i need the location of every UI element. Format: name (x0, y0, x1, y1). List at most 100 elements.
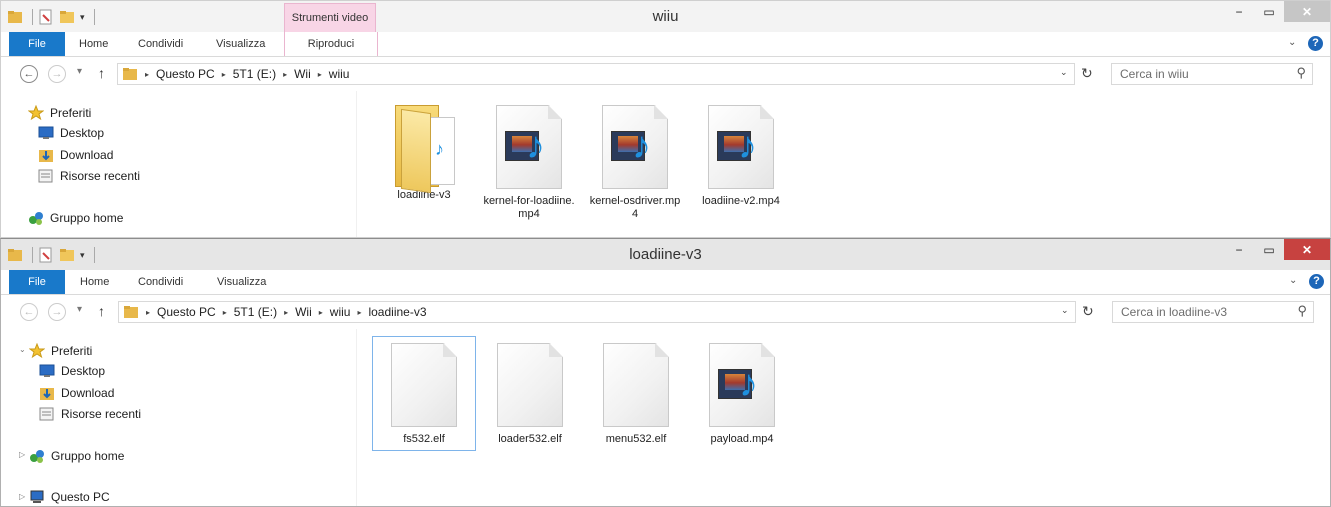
title-bar[interactable]: ▾ loadiine-v3 − ▭ ✕ (1, 239, 1330, 270)
navigation-bar: ← → ▾ ↑ ▸ Questo PC ▸ 5T1 (E:) ▸ Wii ▸ w… (1, 294, 1330, 329)
breadcrumb: ▸ Questo PC ▸ 5T1 (E:) ▸ Wii ▸ wiiu (122, 64, 349, 84)
ribbon-expand-icon[interactable]: ⌄ (1289, 275, 1297, 286)
forward-button[interactable]: → (48, 303, 66, 321)
maximize-button[interactable]: ▭ (1254, 1, 1284, 22)
file-label: kernel-osdriver.mp4 (589, 195, 681, 220)
file-item[interactable]: fs532.elf (372, 336, 476, 451)
nav-item-download[interactable]: Download (38, 147, 113, 163)
tab-share[interactable]: Condividi (138, 32, 183, 56)
forward-button[interactable]: → (48, 65, 66, 83)
address-bar[interactable]: ▸ Questo PC ▸ 5T1 (E:) ▸ Wii ▸ wiiu ▸ lo… (118, 301, 1076, 323)
back-button[interactable]: ← (20, 303, 38, 321)
search-input[interactable]: Cerca in wiiu ⚲ (1111, 63, 1313, 85)
close-button[interactable]: ✕ (1284, 1, 1330, 22)
chevron-right-icon[interactable]: ▸ (146, 308, 150, 317)
window-title: loadiine-v3 (629, 246, 702, 263)
chevron-right-icon[interactable]: ▸ (223, 308, 227, 317)
search-icon[interactable]: ⚲ (1296, 65, 1306, 81)
breadcrumb-item[interactable]: Wii (294, 67, 311, 81)
file-item[interactable]: menu532.elf (584, 343, 688, 446)
nav-item-favorites[interactable]: Preferiti (28, 105, 91, 121)
maximize-button[interactable]: ▭ (1254, 239, 1284, 260)
tab-view[interactable]: Visualizza (216, 32, 265, 56)
chevron-right-icon[interactable]: ▸ (357, 308, 361, 317)
video-file-icon: ♪ (602, 105, 668, 191)
breadcrumb-item[interactable]: wiiu (329, 67, 350, 81)
file-item[interactable]: loader532.elf (478, 343, 582, 446)
expand-icon[interactable]: ⌄ (19, 345, 26, 354)
address-dropdown-icon[interactable]: ⌄ (1061, 305, 1069, 316)
breadcrumb-item[interactable]: 5T1 (E:) (234, 305, 277, 319)
blank-file-icon (391, 343, 457, 429)
nav-label: Desktop (61, 364, 106, 378)
tab-home[interactable]: Home (79, 32, 108, 56)
breadcrumb-item[interactable]: loadiine-v3 (368, 305, 426, 319)
window-controls: − ▭ ✕ (1224, 1, 1330, 22)
breadcrumb-item[interactable]: Wii (295, 305, 312, 319)
nav-item-recent[interactable]: Risorse recenti (38, 168, 140, 184)
close-button[interactable]: ✕ (1284, 239, 1330, 260)
chevron-right-icon[interactable]: ▸ (284, 308, 288, 317)
file-item[interactable]: ♪ loadiine-v2.mp4 (689, 105, 793, 208)
explorer-window-loadiine-v3: ▾ loadiine-v3 − ▭ ✕ File Home Condividi … (0, 238, 1331, 507)
nav-item-favorites[interactable]: Preferiti (29, 343, 92, 359)
nav-label: Risorse recenti (60, 169, 141, 183)
address-dropdown-icon[interactable]: ⌄ (1060, 67, 1068, 78)
tab-home[interactable]: Home (80, 270, 109, 294)
recent-places-icon (38, 169, 53, 183)
nav-label: Risorse recenti (61, 407, 142, 421)
nav-label: Preferiti (50, 106, 92, 120)
nav-item-desktop[interactable]: Desktop (38, 126, 104, 140)
minimize-button[interactable]: − (1224, 1, 1254, 22)
tab-view[interactable]: Visualizza (217, 270, 266, 294)
search-input[interactable]: Cerca in loadiine-v3 ⚲ (1112, 301, 1314, 323)
expand-icon[interactable]: ▷ (19, 450, 25, 459)
nav-label: Download (60, 148, 114, 162)
recent-locations-icon[interactable]: ▾ (77, 66, 82, 77)
chevron-right-icon[interactable]: ▸ (283, 70, 287, 79)
help-icon[interactable]: ? (1309, 274, 1324, 289)
ribbon-expand-icon[interactable]: ⌄ (1288, 37, 1296, 48)
refresh-button[interactable]: ↻ (1082, 303, 1094, 320)
expand-icon[interactable]: ▷ (19, 492, 25, 501)
search-icon[interactable]: ⚲ (1297, 303, 1307, 319)
tab-file[interactable]: File (9, 32, 65, 56)
nav-item-homegroup[interactable]: Gruppo home (28, 210, 123, 226)
breadcrumb-item[interactable]: wiiu (330, 305, 351, 319)
star-icon (29, 343, 45, 359)
breadcrumb-item[interactable]: Questo PC (157, 305, 216, 319)
up-button[interactable]: ↑ (98, 303, 105, 319)
tab-file[interactable]: File (9, 270, 65, 294)
tab-share[interactable]: Condividi (138, 270, 183, 294)
title-bar[interactable]: ▾ Strumenti video wiiu − ▭ ✕ (1, 1, 1330, 32)
chevron-right-icon[interactable]: ▸ (222, 70, 226, 79)
nav-label: Download (61, 386, 115, 400)
breadcrumb-item[interactable]: 5T1 (E:) (233, 67, 276, 81)
help-icon[interactable]: ? (1308, 36, 1323, 51)
address-bar[interactable]: ▸ Questo PC ▸ 5T1 (E:) ▸ Wii ▸ wiiu ⌄ (117, 63, 1075, 85)
nav-item-homegroup[interactable]: Gruppo home (29, 448, 124, 464)
back-button[interactable]: ← (20, 65, 38, 83)
chevron-right-icon[interactable]: ▸ (318, 70, 322, 79)
navigation-pane: ⌄ Preferiti Desktop Download Risorse rec… (1, 329, 357, 506)
file-item[interactable]: ♪ kernel-osdriver.mp4 (583, 105, 687, 221)
window-controls: − ▭ ✕ (1224, 239, 1330, 260)
tab-play[interactable]: Riproduci (284, 32, 378, 56)
file-item[interactable]: ♪ payload.mp4 (690, 343, 794, 446)
breadcrumb-item[interactable]: Questo PC (156, 67, 215, 81)
file-item[interactable]: ♪ kernel-for-loadiine.mp4 (477, 105, 581, 221)
nav-label: Questo PC (51, 490, 110, 504)
file-list: fs532.elf loader532.elf menu532.elf ♪ pa… (357, 329, 1330, 506)
chevron-right-icon[interactable]: ▸ (319, 308, 323, 317)
download-icon (39, 150, 53, 162)
file-item[interactable]: ♪ loadiine-v3 (372, 99, 476, 202)
up-button[interactable]: ↑ (98, 65, 105, 81)
nav-item-desktop[interactable]: Desktop (39, 364, 105, 378)
recent-locations-icon[interactable]: ▾ (77, 304, 82, 315)
minimize-button[interactable]: − (1224, 239, 1254, 260)
nav-item-download[interactable]: Download (39, 385, 114, 401)
nav-item-recent[interactable]: Risorse recenti (39, 406, 141, 422)
chevron-right-icon[interactable]: ▸ (145, 70, 149, 79)
refresh-button[interactable]: ↻ (1081, 65, 1093, 82)
nav-item-thispc[interactable]: Questo PC (29, 490, 110, 504)
